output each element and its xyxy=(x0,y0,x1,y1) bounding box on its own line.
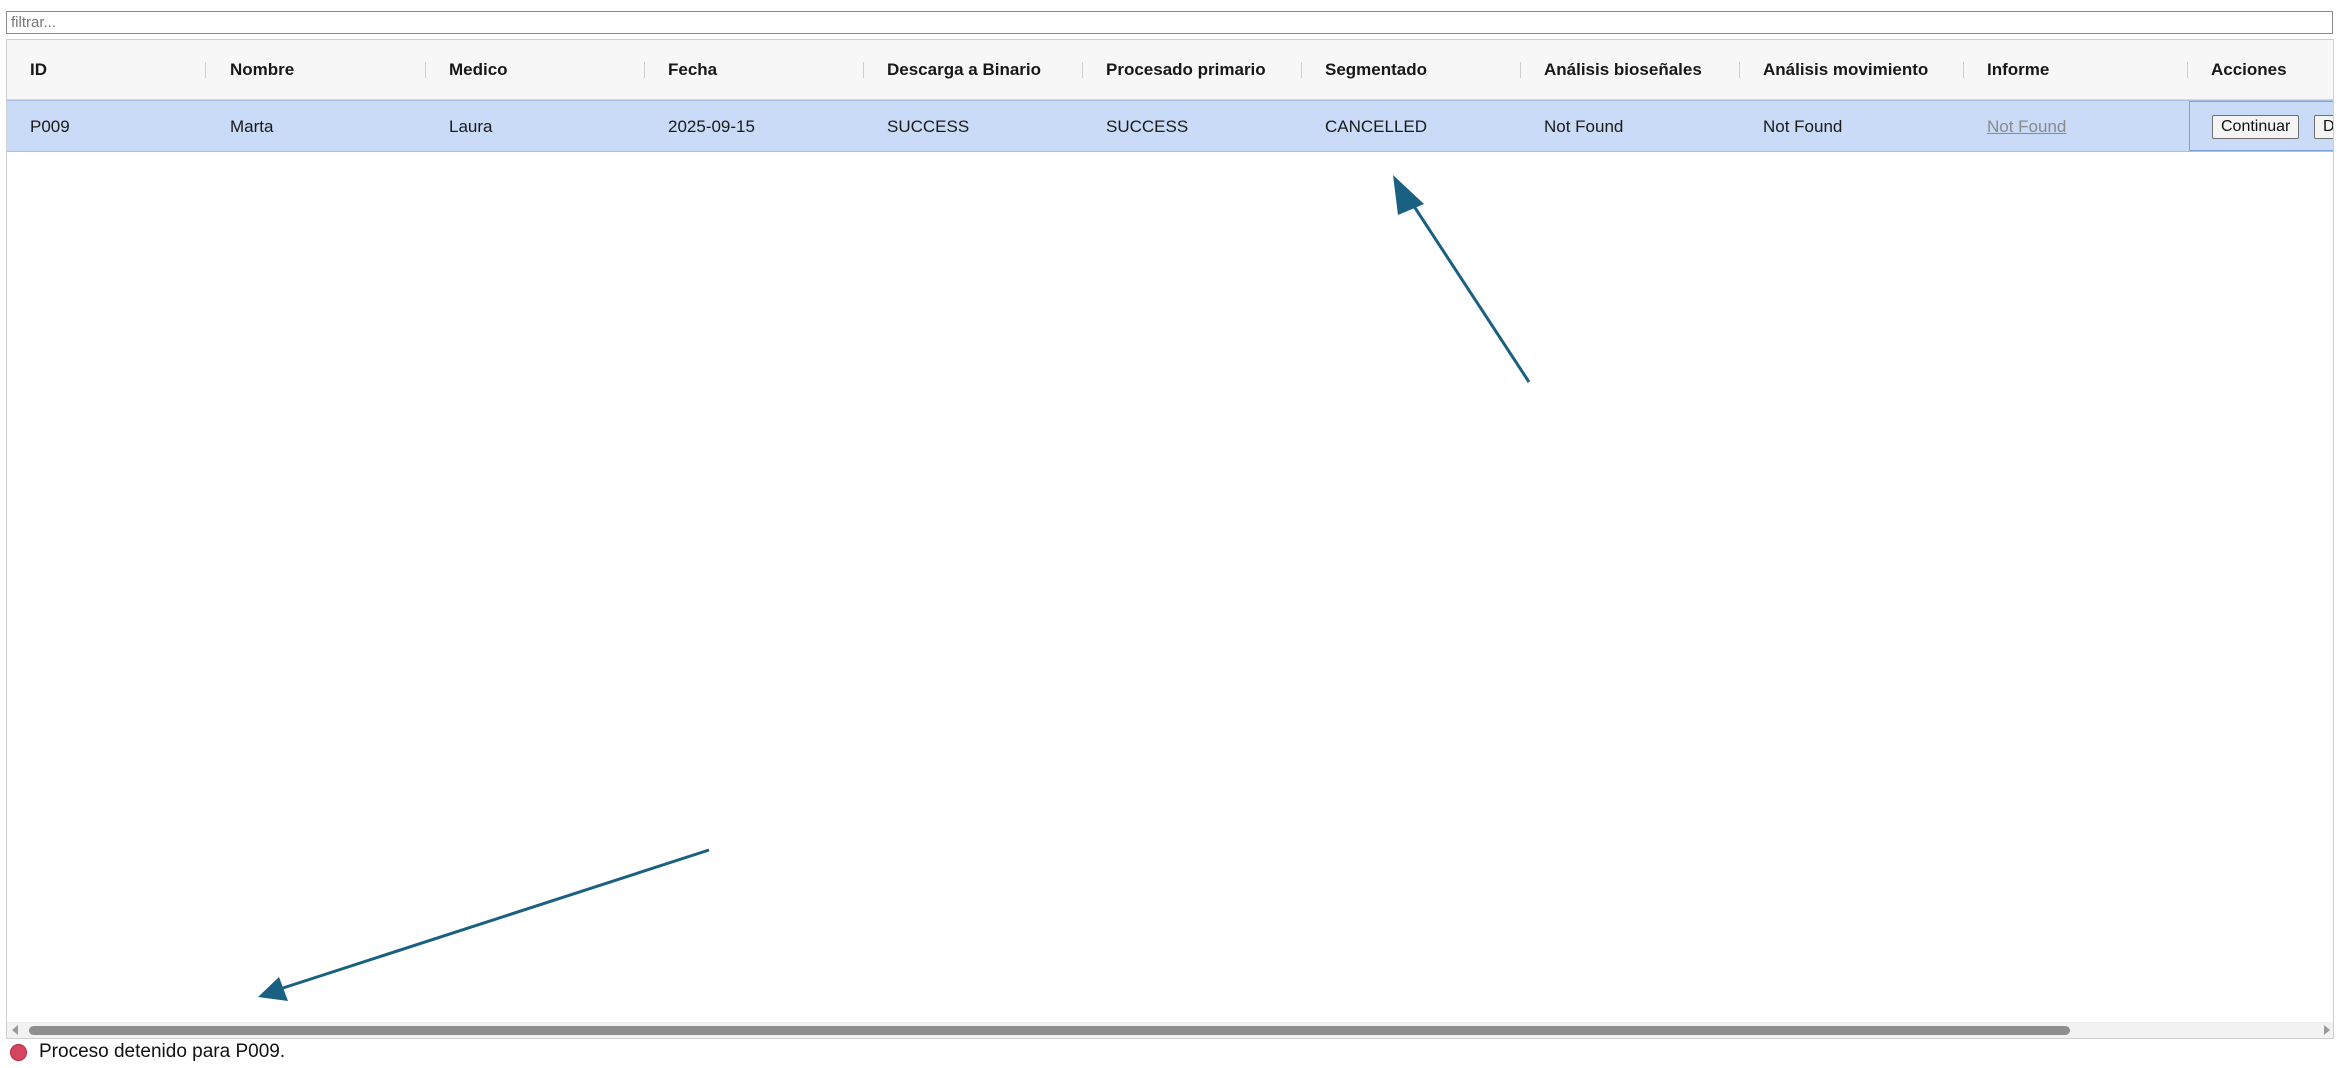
column-separator[interactable] xyxy=(644,62,645,78)
grid-header: ID Nombre Medico Fecha Descarga a Binari… xyxy=(7,40,2333,100)
column-separator[interactable] xyxy=(1301,62,1302,78)
column-header-acciones[interactable]: Acciones xyxy=(2211,40,2287,100)
filter-input[interactable] xyxy=(6,11,2333,34)
continue-button[interactable]: Continuar xyxy=(2212,115,2300,139)
informe-link[interactable]: Not Found xyxy=(1987,101,2066,151)
table-row[interactable]: P009 Marta Laura 2025-09-15 SUCCESS SUCC… xyxy=(7,100,2333,152)
cell-nombre: Marta xyxy=(230,117,274,136)
column-header-segmentado[interactable]: Segmentado xyxy=(1325,40,1427,100)
column-separator[interactable] xyxy=(1963,62,1964,78)
column-separator[interactable] xyxy=(205,62,206,78)
status-dot-icon xyxy=(10,1043,27,1061)
column-header-medico[interactable]: Medico xyxy=(449,40,508,100)
second-action-button[interactable]: D xyxy=(2314,115,2333,139)
scrollbar-thumb[interactable] xyxy=(29,1026,2070,1035)
actions-cell: Continuar D xyxy=(2189,101,2333,151)
cell-procesado-status: SUCCESS xyxy=(1106,117,1189,136)
column-separator[interactable] xyxy=(1520,62,1521,78)
cell-fecha: 2025-09-15 xyxy=(668,117,755,136)
horizontal-scrollbar[interactable] xyxy=(7,1022,2333,1038)
cell-segmentado-status: CANCELLED xyxy=(1325,117,1428,136)
column-separator[interactable] xyxy=(1739,62,1740,78)
cell-medico: Laura xyxy=(449,117,493,136)
cell-movimiento-status: Not Found xyxy=(1763,117,1843,136)
column-header-movimiento[interactable]: Análisis movimiento xyxy=(1763,40,1928,100)
column-separator[interactable] xyxy=(1082,62,1083,78)
results-grid: ID Nombre Medico Fecha Descarga a Binari… xyxy=(6,39,2334,1039)
cell-descarga-status: SUCCESS xyxy=(887,117,970,136)
status-message: Proceso detenido para P009. xyxy=(39,1041,286,1062)
column-header-id[interactable]: ID xyxy=(30,40,47,100)
column-header-fecha[interactable]: Fecha xyxy=(668,40,717,100)
column-header-nombre[interactable]: Nombre xyxy=(230,40,294,100)
column-separator[interactable] xyxy=(425,62,426,78)
column-header-informe[interactable]: Informe xyxy=(1987,40,2049,100)
column-header-bio[interactable]: Análisis bioseñales xyxy=(1544,40,1702,100)
column-header-descarga[interactable]: Descarga a Binario xyxy=(887,40,1041,100)
scroll-left-icon[interactable] xyxy=(12,1025,18,1035)
scroll-right-icon[interactable] xyxy=(2324,1025,2330,1035)
column-separator[interactable] xyxy=(2187,62,2188,78)
cell-id: P009 xyxy=(30,117,70,136)
cell-bio-status: Not Found xyxy=(1544,117,1624,136)
column-separator[interactable] xyxy=(863,62,864,78)
status-bar: Proceso detenido para P009. xyxy=(10,1040,285,1064)
column-header-procesado[interactable]: Procesado primario xyxy=(1106,40,1266,100)
